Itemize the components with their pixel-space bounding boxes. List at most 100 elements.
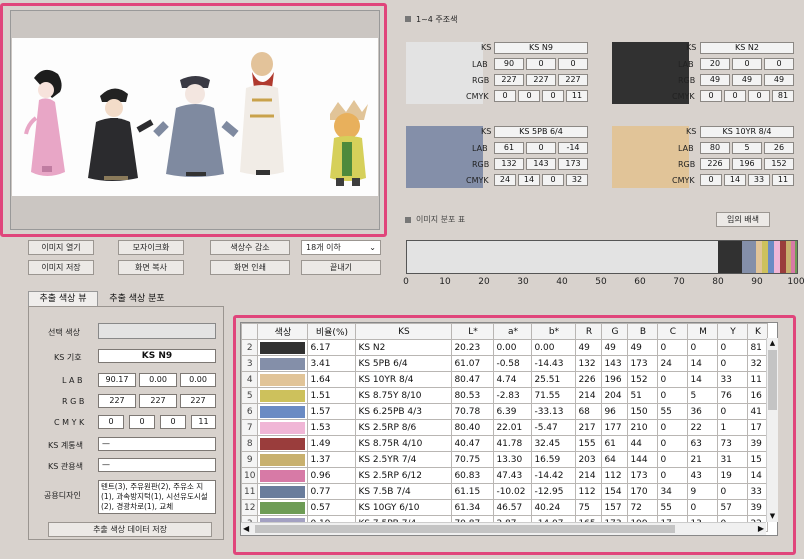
close-button[interactable]: 끝내기	[301, 260, 381, 275]
cell-b: 150	[627, 403, 659, 420]
table-horizontal-scrollbar[interactable]: ◀ ▶	[241, 522, 766, 535]
table-header-cell[interactable]: Y	[717, 323, 749, 340]
table-row[interactable]: 7 1.53 KS 2.5RP 8/6 80.40 22.01 -5.47 217 177 21…	[241, 419, 769, 436]
table-row[interactable]: 10 0.96 KS 2.5RP 6/12 60.83 47.43 -14.42 214 11…	[241, 467, 769, 484]
color-swatch-cell	[257, 499, 309, 516]
color-count-select[interactable]: 18개 이하 ⌄	[301, 240, 381, 255]
row-number: 12	[241, 499, 259, 516]
table-row[interactable]: 6 1.57 KS 6.25PB 4/3 70.78 6.39 -33.13 68 96 150…	[241, 403, 769, 420]
scroll-down-arrow-icon[interactable]: ▼	[767, 511, 778, 522]
cell-g: 96	[601, 403, 629, 420]
copy-screen-button[interactable]: 화면 복사	[118, 260, 184, 275]
main-colors-marker	[405, 16, 411, 22]
cell-b: -33.13	[531, 403, 577, 420]
cell-m: 14	[687, 355, 719, 372]
mosaic-button[interactable]: 모자이크화	[118, 240, 184, 255]
table-header-cell[interactable]: B	[627, 323, 659, 340]
table-row[interactable]: 5 1.51 KS 8.75Y 8/10 80.53 -2.83 71.55 214 204 5…	[241, 387, 769, 404]
cmyk-label: C M Y K	[54, 418, 85, 427]
cell-a: 6.39	[493, 403, 533, 420]
table-row[interactable]: 3 3.41 KS 5PB 6/4 61.07 -0.58 -14.43 132 143 173…	[241, 355, 769, 372]
swatch-1-lab-b: 0	[558, 58, 588, 70]
color-swatch	[260, 421, 306, 434]
swatch-3-ks: KS 5PB 6/4	[494, 126, 588, 138]
scroll-right-arrow-icon[interactable]: ▶	[758, 523, 764, 535]
table-header-cell[interactable]	[241, 323, 259, 340]
save-extracted-data-button[interactable]: 추출 색상 데이터 저장	[48, 522, 212, 537]
tab-extracted-view[interactable]: 추출 색상 뷰	[28, 291, 98, 306]
table-header-cell[interactable]: C	[657, 323, 689, 340]
cell-l: 80.53	[451, 387, 495, 404]
cell-k: 17	[747, 419, 769, 436]
common-name-value: —	[98, 437, 216, 451]
table-header-cell[interactable]: L*	[451, 323, 495, 340]
cell-b: 25.51	[531, 371, 577, 388]
table-row[interactable]: 12 0.57 KS 10GY 6/10 61.34 46.57 40.24 75 157 72…	[241, 499, 769, 516]
color-swatch-cell	[257, 371, 309, 388]
cell-a: 13.30	[493, 451, 533, 468]
table-header-cell[interactable]: b*	[531, 323, 577, 340]
tab-extracted-distribution[interactable]: 추출 색상 분포	[100, 293, 174, 306]
save-image-button[interactable]: 이미지 저장	[28, 260, 94, 275]
cell-b: 71.55	[531, 387, 577, 404]
swatch-4-lab-label: LAB	[678, 144, 694, 153]
cell-c: 24	[657, 355, 689, 372]
scroll-left-arrow-icon[interactable]: ◀	[243, 523, 249, 535]
swatch-4-lab-b: 26	[764, 142, 794, 154]
row-number: 10	[241, 467, 259, 484]
table-header-cell[interactable]: R	[575, 323, 603, 340]
cell-k: 14	[747, 467, 769, 484]
cell-r: 49	[575, 339, 603, 356]
swatch-3-lab-b: -14	[558, 142, 588, 154]
reduce-colors-button[interactable]: 색상수 감소	[210, 240, 290, 255]
color-swatch	[260, 405, 306, 418]
swatch-4-lab-a: 5	[732, 142, 762, 154]
cell-y: 57	[717, 499, 749, 516]
cell-a: -2.83	[493, 387, 533, 404]
cell-m: 63	[687, 435, 719, 452]
cell-g: 49	[601, 339, 629, 356]
swatch-1-ks-label: KS	[481, 43, 492, 52]
table-header-cell[interactable]: G	[601, 323, 629, 340]
table-header-cell[interactable]: 색상	[257, 323, 309, 340]
swatch-2-lab-b: 0	[764, 58, 794, 70]
cell-y: 19	[717, 467, 749, 484]
table-header-cell[interactable]: a*	[493, 323, 533, 340]
table-header-cell[interactable]: K	[747, 323, 769, 340]
swatch-3-rgb-r: 132	[494, 158, 524, 170]
rgb-g-value: 227	[139, 394, 177, 408]
table-header-cell[interactable]: KS	[355, 323, 453, 340]
open-image-button[interactable]: 이미지 열기	[28, 240, 94, 255]
swatch-1-lab-a: 0	[526, 58, 556, 70]
cell-m: 5	[687, 387, 719, 404]
color-info-button[interactable]: 임의 배색	[716, 212, 770, 227]
cell-a: 4.74	[493, 371, 533, 388]
table-row[interactable]: 8 1.49 KS 8.75R 4/10 40.47 41.78 32.45 155 61 44…	[241, 435, 769, 452]
color-count-value: 18개 이하	[306, 243, 341, 252]
cmyk-m-value: 0	[129, 415, 155, 429]
scroll-up-arrow-icon[interactable]: ▲	[767, 338, 778, 349]
h-scroll-thumb[interactable]	[255, 525, 675, 533]
print-screen-button[interactable]: 화면 인쇄	[210, 260, 290, 275]
cell-ks: KS 6.25PB 4/3	[355, 403, 453, 420]
axis-tick-label: 10	[439, 277, 451, 287]
swatch-4-cmyk-y: 33	[748, 174, 770, 186]
cell-g: 177	[601, 419, 629, 436]
table-header-cell[interactable]: 비율(%)	[307, 323, 357, 340]
table-row[interactable]: 11 0.77 KS 7.5B 7/4 61.15 -10.02 -12.95 112 154…	[241, 483, 769, 500]
table-header-cell[interactable]: M	[687, 323, 719, 340]
table-row[interactable]: 2 6.17 KS N2 20.23 0.00 0.00 49 49 49 0 0 0 81	[241, 339, 769, 356]
cell-ratio: 0.57	[307, 499, 357, 516]
scroll-thumb[interactable]	[768, 350, 777, 410]
cell-y: 76	[717, 387, 749, 404]
table-vertical-scrollbar[interactable]: ▲ ▼	[766, 338, 778, 522]
cell-a: 22.01	[493, 419, 533, 436]
cell-b: 152	[627, 371, 659, 388]
cell-c: 55	[657, 499, 689, 516]
color-swatch	[260, 341, 306, 354]
axis-tick-label: 90	[751, 277, 763, 287]
table-row[interactable]: 9 1.37 KS 2.5YR 7/4 70.75 13.30 16.59 203 64 144…	[241, 451, 769, 468]
table-row[interactable]: 4 1.64 KS 10YR 8/4 80.47 4.74 25.51 226 196 152 0…	[241, 371, 769, 388]
cell-l: 80.47	[451, 371, 495, 388]
color-swatch	[260, 469, 306, 482]
